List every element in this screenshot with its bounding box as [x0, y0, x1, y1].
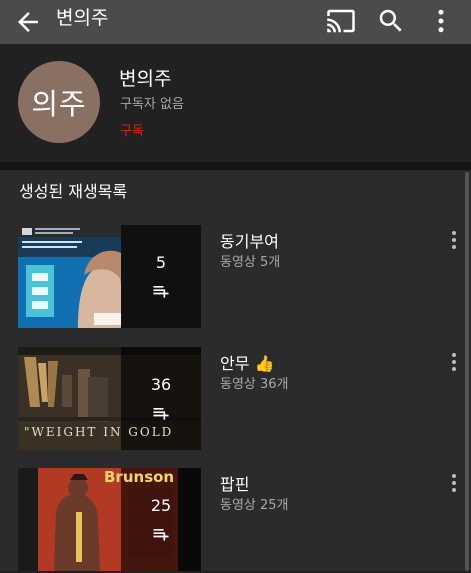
- video-count: 5: [155, 253, 167, 272]
- more-vert-icon[interactable]: [447, 229, 461, 251]
- more-vert-icon[interactable]: [447, 351, 461, 373]
- playlist-item[interactable]: "WEIGHT IN GOLD 36 안무 👍 동영상 36개: [0, 347, 465, 452]
- thumbs-up-icon: 👍: [254, 354, 275, 373]
- section-divider: [0, 162, 471, 170]
- channel-avatar[interactable]: 의주: [18, 61, 100, 143]
- playlist-thumbnail[interactable]: Brunson 25: [18, 468, 201, 571]
- playlist-meta: 동영상 5개: [220, 255, 281, 270]
- playlist-title: 동기부여: [220, 232, 279, 251]
- channel-header: 의주 변의주 구독자 없음 구독: [0, 44, 471, 162]
- scrollbar[interactable]: [465, 172, 469, 571]
- playlist-icon: [153, 529, 169, 541]
- avatar-initials: 의주: [31, 87, 87, 121]
- app-bar-title: 변의주: [56, 7, 109, 29]
- playlist-thumbnail[interactable]: "WEIGHT IN GOLD 36: [18, 347, 201, 450]
- top-app-bar: 변의주: [0, 0, 471, 44]
- playlist-section: 생성된 재생목록 5 동기부여 동영상 5개 "WEIGHT IN GOLD 3…: [0, 170, 471, 571]
- cast-icon[interactable]: [326, 6, 356, 36]
- playlist-title: 팝핀: [220, 475, 250, 494]
- video-count: 36: [150, 375, 172, 394]
- playlist-item[interactable]: Brunson 25 팝핀 동영상 25개: [0, 468, 465, 573]
- channel-name: 변의주: [119, 68, 172, 90]
- video-count: 25: [150, 496, 172, 515]
- thumbnail-overlay: [121, 225, 201, 328]
- playlist-meta: 동영상 25개: [220, 498, 289, 513]
- thumbnail-image: [18, 225, 121, 328]
- playlist-thumbnail[interactable]: 5: [18, 225, 201, 328]
- playlist-meta: 동영상 36개: [220, 377, 289, 392]
- more-vert-icon[interactable]: [447, 472, 461, 494]
- thumbnail-banner-text: Brunson: [104, 468, 175, 486]
- search-icon[interactable]: [376, 6, 406, 36]
- more-vert-icon[interactable]: [426, 6, 456, 36]
- playlist-item[interactable]: 5 동기부여 동영상 5개: [0, 225, 465, 330]
- subscriber-count: 구독자 없음: [120, 97, 184, 112]
- thumbnail-banner-text: "WEIGHT IN GOLD: [24, 425, 174, 439]
- subscribe-button[interactable]: 구독: [120, 120, 144, 139]
- section-title: 생성된 재생목록: [19, 182, 128, 201]
- playlist-title: 안무 👍: [220, 354, 275, 373]
- back-arrow-icon[interactable]: [13, 7, 43, 37]
- playlist-icon: [153, 286, 169, 298]
- playlist-icon: [153, 408, 169, 420]
